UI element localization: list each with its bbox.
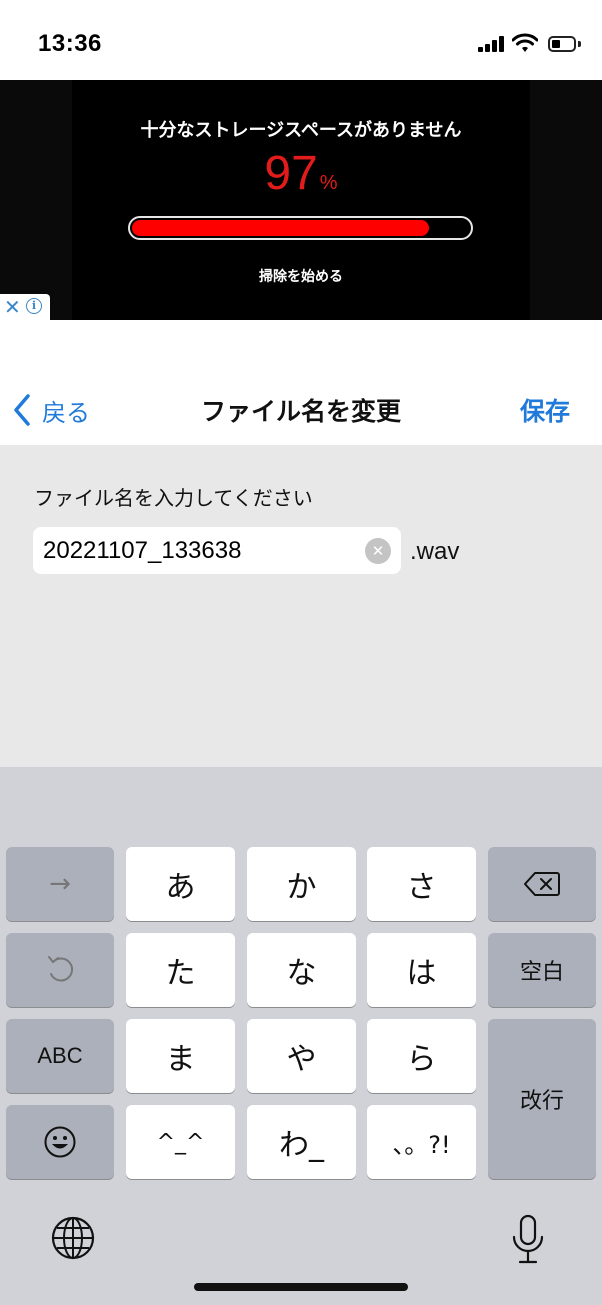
save-button[interactable]: 保存	[520, 392, 570, 428]
wifi-icon	[512, 33, 538, 52]
ad-percent-unit: %	[319, 172, 338, 194]
key-wa[interactable]: わ_	[247, 1105, 356, 1179]
key-punctuation[interactable]: 、。?!	[367, 1105, 476, 1179]
ad-percent-value: 97	[264, 147, 318, 200]
battery-icon	[548, 36, 576, 52]
ad-banner[interactable]: 十分なストレージスペースがありません 97% 掃除を始める ✕ i	[0, 80, 602, 320]
arrow-right-icon: →	[49, 869, 71, 899]
rename-form: ファイル名を入力してください ✕ .wav	[0, 445, 602, 767]
key-ka[interactable]: か	[247, 847, 356, 921]
delete-key[interactable]	[488, 847, 596, 921]
abc-key[interactable]: ABC	[6, 1019, 114, 1093]
key-sa[interactable]: さ	[367, 847, 476, 921]
backspace-icon	[524, 872, 560, 896]
emoji-key[interactable]	[6, 1105, 114, 1179]
ad-choices[interactable]: ✕ i	[0, 294, 50, 320]
undo-icon	[48, 956, 74, 982]
status-bar: 13:36	[0, 0, 602, 80]
page-title: ファイル名を変更	[200, 397, 401, 426]
file-extension: .wav	[410, 538, 460, 565]
undo-key[interactable]	[6, 933, 114, 1007]
ad-progress-fill	[132, 220, 429, 236]
filename-field[interactable]: ✕	[33, 527, 401, 574]
ad-title: 十分なストレージスペースがありません	[140, 120, 462, 141]
key-ra[interactable]: ら	[367, 1019, 476, 1093]
filename-input[interactable]	[43, 534, 353, 568]
key-ya[interactable]: や	[247, 1019, 356, 1093]
space-key[interactable]: 空白	[488, 933, 596, 1007]
home-indicator[interactable]	[194, 1283, 408, 1291]
ad-storage-percent: 97%	[0, 146, 602, 201]
emoji-icon	[44, 1126, 76, 1158]
navigation-bar: 戻る ファイル名を変更 保存	[0, 320, 602, 445]
key-ha[interactable]: は	[367, 933, 476, 1007]
globe-icon[interactable]	[48, 1213, 98, 1263]
keyboard: → あ か さ た な は 空白 ABC ま や ら 改行 ^_^ わ_ 、。?…	[0, 767, 602, 1305]
key-na[interactable]: な	[247, 933, 356, 1007]
battery-tip	[578, 41, 581, 47]
status-time: 13:36	[38, 30, 102, 57]
key-ta[interactable]: た	[126, 933, 235, 1007]
info-icon[interactable]: i	[26, 298, 42, 314]
ad-progress-bar	[128, 216, 473, 240]
key-a[interactable]: あ	[126, 847, 235, 921]
close-icon[interactable]: ✕	[4, 294, 21, 320]
microphone-icon[interactable]	[508, 1213, 548, 1267]
filename-label: ファイル名を入力してください	[34, 486, 313, 510]
key-kaomoji[interactable]: ^_^	[126, 1105, 235, 1179]
key-ma[interactable]: ま	[126, 1019, 235, 1093]
ad-cta[interactable]: 掃除を始める	[0, 266, 602, 286]
battery-level	[552, 40, 560, 48]
signal-icon	[478, 36, 506, 52]
return-key[interactable]: 改行	[488, 1019, 596, 1179]
arrow-key[interactable]: →	[6, 847, 114, 921]
clear-text-icon[interactable]: ✕	[365, 538, 391, 564]
